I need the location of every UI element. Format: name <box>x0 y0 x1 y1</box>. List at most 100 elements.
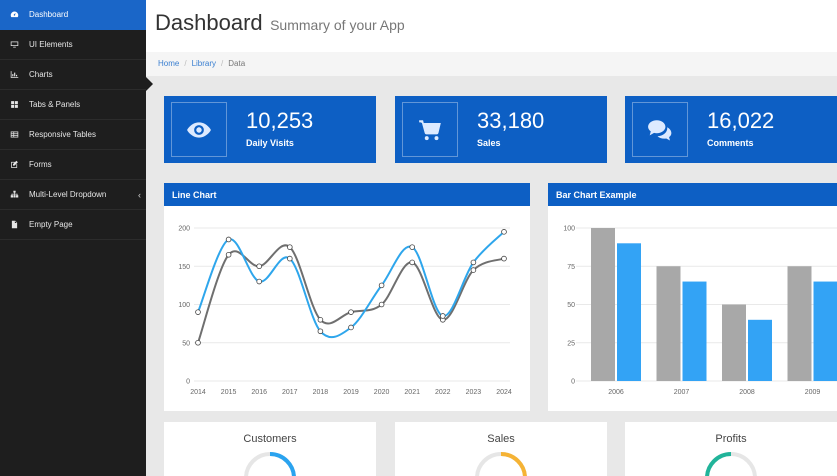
bar <box>591 228 615 381</box>
breadcrumb-current: Data <box>228 59 246 68</box>
data-point <box>409 244 416 250</box>
customers-donut <box>244 452 296 476</box>
bar <box>682 281 707 381</box>
sidebar-item-multi-level-dropdown[interactable]: Multi-Level Dropdown ‹ <box>0 180 146 210</box>
stat-value: 33,180 <box>477 108 545 133</box>
stat-value: 10,253 <box>246 108 314 133</box>
bar-chart-panel: Bar Chart Example 0 25 50 75 100 2006 2007 2008… <box>548 183 837 411</box>
x-tick-label: 2014 <box>190 389 206 396</box>
desktop-icon <box>9 40 19 50</box>
eye-icon <box>171 102 227 157</box>
profits-donut <box>705 452 757 476</box>
x-tick-label: 2006 <box>608 389 624 396</box>
edit-icon <box>9 160 19 170</box>
sidebar-item-label: Forms <box>29 160 52 169</box>
bar <box>617 243 641 381</box>
data-point <box>287 244 293 250</box>
x-tick-label: 2009 <box>805 389 821 396</box>
breadcrumb-separator: / <box>184 59 187 68</box>
data-point <box>225 251 232 258</box>
sidebar-item-label: Responsive Tables <box>29 130 97 139</box>
x-tick-label: 2023 <box>466 389 482 396</box>
data-point <box>195 309 201 315</box>
profits-panel: Profits <box>625 422 837 476</box>
y-tick-label: 50 <box>567 302 575 309</box>
sidebar-item-forms[interactable]: Forms <box>0 150 146 180</box>
bar-chart-title: Bar Chart Example <box>548 183 837 206</box>
data-point <box>348 324 354 331</box>
x-tick-label: 2021 <box>404 389 420 396</box>
bar <box>656 266 681 381</box>
x-tick-label: 2016 <box>251 389 267 396</box>
y-tick-label: 200 <box>178 226 190 233</box>
sidebar-item-label: Charts <box>29 70 53 79</box>
data-point <box>409 259 416 266</box>
data-point <box>501 255 507 262</box>
dashboard-icon <box>9 10 19 20</box>
breadcrumb-library[interactable]: Library <box>192 59 216 68</box>
y-tick-label: 100 <box>563 226 575 233</box>
breadcrumb-separator: / <box>221 59 224 68</box>
customers-title: Customers <box>243 433 297 445</box>
data-point <box>225 236 232 243</box>
sidebar-item-tabs-panels[interactable]: Tabs & Panels <box>0 90 146 120</box>
sales-donut <box>475 452 527 476</box>
y-tick-label: 0 <box>571 379 575 386</box>
stat-label: Daily Visits <box>246 138 294 148</box>
stat-label: Comments <box>707 138 754 148</box>
table-icon <box>9 130 19 140</box>
page-header: Dashboard Summary of your App <box>146 0 837 52</box>
sidebar-item-dashboard[interactable]: Dashboard <box>0 0 146 30</box>
sidebar-item-label: Empty Page <box>29 220 73 229</box>
sidebar-item-empty-page[interactable]: Empty Page <box>0 210 146 240</box>
y-tick-label: 50 <box>182 340 190 347</box>
data-point <box>378 301 385 308</box>
data-point <box>470 259 477 266</box>
bar-chart: 0 25 50 75 100 2006 2007 2008 2009 <box>563 226 837 396</box>
sidebar-item-ui-elements[interactable]: UI Elements <box>0 30 146 60</box>
customers-panel: Customers <box>164 422 376 476</box>
x-tick-label: 2008 <box>739 389 755 396</box>
page-subtitle: Summary of your App <box>270 17 405 33</box>
x-tick-label: 2015 <box>221 389 237 396</box>
profits-title: Profits <box>715 433 747 445</box>
bar <box>722 304 746 381</box>
x-tick-label: 2007 <box>674 389 690 396</box>
y-tick-label: 100 <box>178 302 190 309</box>
line-chart-title: Line Chart <box>164 183 530 206</box>
data-point <box>470 267 477 273</box>
sidebar: Dashboard UI Elements Charts Tabs & Panels R… <box>0 0 146 476</box>
breadcrumb-home[interactable]: Home <box>158 59 179 68</box>
sidebar-item-responsive-tables[interactable]: Responsive Tables <box>0 120 146 150</box>
stat-daily-visits: 10,253 Daily Visits <box>164 96 376 163</box>
data-point <box>439 313 446 319</box>
stat-sales: 33,180 Sales <box>395 96 607 163</box>
grid-icon <box>9 100 19 110</box>
line-chart-panel: Line Chart 0 50 100 150 200 2014 2015 2016 2017 2… <box>164 183 530 411</box>
data-point <box>501 229 507 235</box>
bar <box>813 281 837 381</box>
sales-panel: Sales <box>395 422 607 476</box>
bar <box>748 319 772 381</box>
y-tick-label: 75 <box>567 264 575 271</box>
y-tick-label: 25 <box>567 340 575 347</box>
sidebar-item-label: Tabs & Panels <box>29 100 81 109</box>
sidebar-item-label: Dashboard <box>29 10 69 19</box>
series-line-0 <box>197 231 505 339</box>
x-tick-label: 2020 <box>374 389 390 396</box>
comments-icon <box>632 102 688 157</box>
data-point <box>256 263 262 270</box>
line-chart: 0 50 100 150 200 2014 2015 2016 2017 2018 2019 2020… <box>178 226 512 397</box>
x-tick-label: 2019 <box>343 389 359 396</box>
sidebar-item-charts[interactable]: Charts <box>0 60 146 90</box>
stat-label: Sales <box>477 138 501 148</box>
y-tick-label: 0 <box>186 379 190 386</box>
file-icon <box>9 220 19 230</box>
x-tick-label: 2017 <box>282 389 298 396</box>
data-point <box>287 255 293 262</box>
stat-comments: 16,022 Comments <box>625 96 837 163</box>
page-title: Dashboard <box>155 10 263 35</box>
bar <box>787 266 812 381</box>
sales-title: Sales <box>487 433 515 445</box>
breadcrumb: Home / Library / Data <box>146 52 837 76</box>
